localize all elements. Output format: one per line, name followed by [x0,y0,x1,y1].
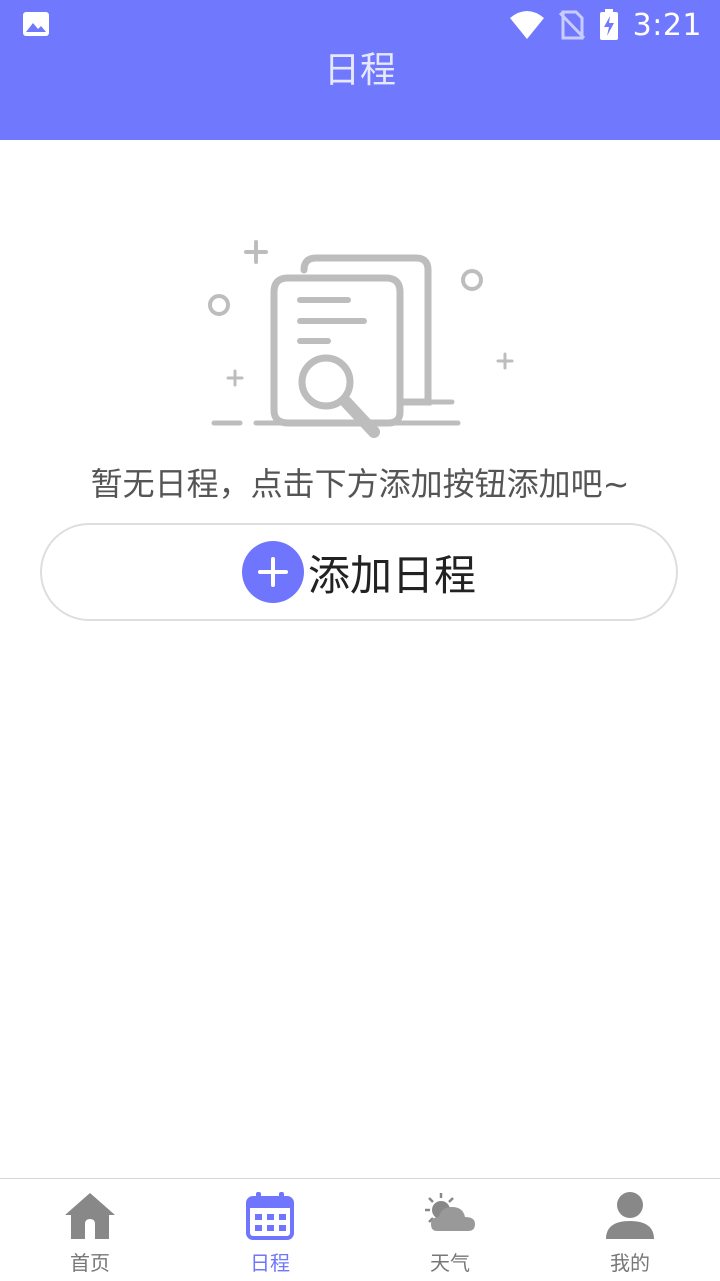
weather-icon [425,1193,475,1231]
status-time: 3:21 [632,7,702,43]
tab-schedule[interactable]: 日程 [180,1179,360,1281]
empty-state-message: 暂无日程，点击下方添加按钮添加吧~ [90,465,630,503]
profile-icon [606,1192,654,1239]
wifi-icon [509,11,544,39]
no-sim-icon [558,10,585,40]
status-icons: 3:21 [509,6,702,44]
plus-icon [241,541,304,603]
tab-home-label: 首页 [70,1251,110,1275]
bottom-tab-bar: 首页 日程 天气 我的 [0,1178,720,1281]
empty-documents-icon [200,230,520,450]
calendar-icon [246,1192,294,1240]
status-bar: 3:21 [0,0,720,50]
app-header: 3:21 日程 [0,0,720,140]
tab-home[interactable]: 首页 [0,1179,180,1281]
home-icon [65,1193,115,1239]
tab-schedule-label: 日程 [250,1251,290,1275]
add-schedule-button[interactable]: 添加日程 [40,523,678,621]
battery-charging-icon [599,9,618,40]
page-title: 日程 [323,50,396,91]
tab-weather[interactable]: 天气 [360,1179,540,1281]
tab-profile-label: 我的 [610,1251,650,1275]
tab-profile[interactable]: 我的 [540,1179,720,1281]
add-schedule-label: 添加日程 [307,550,476,600]
tab-weather-label: 天气 [430,1251,470,1275]
gallery-notification-icon [22,10,50,38]
